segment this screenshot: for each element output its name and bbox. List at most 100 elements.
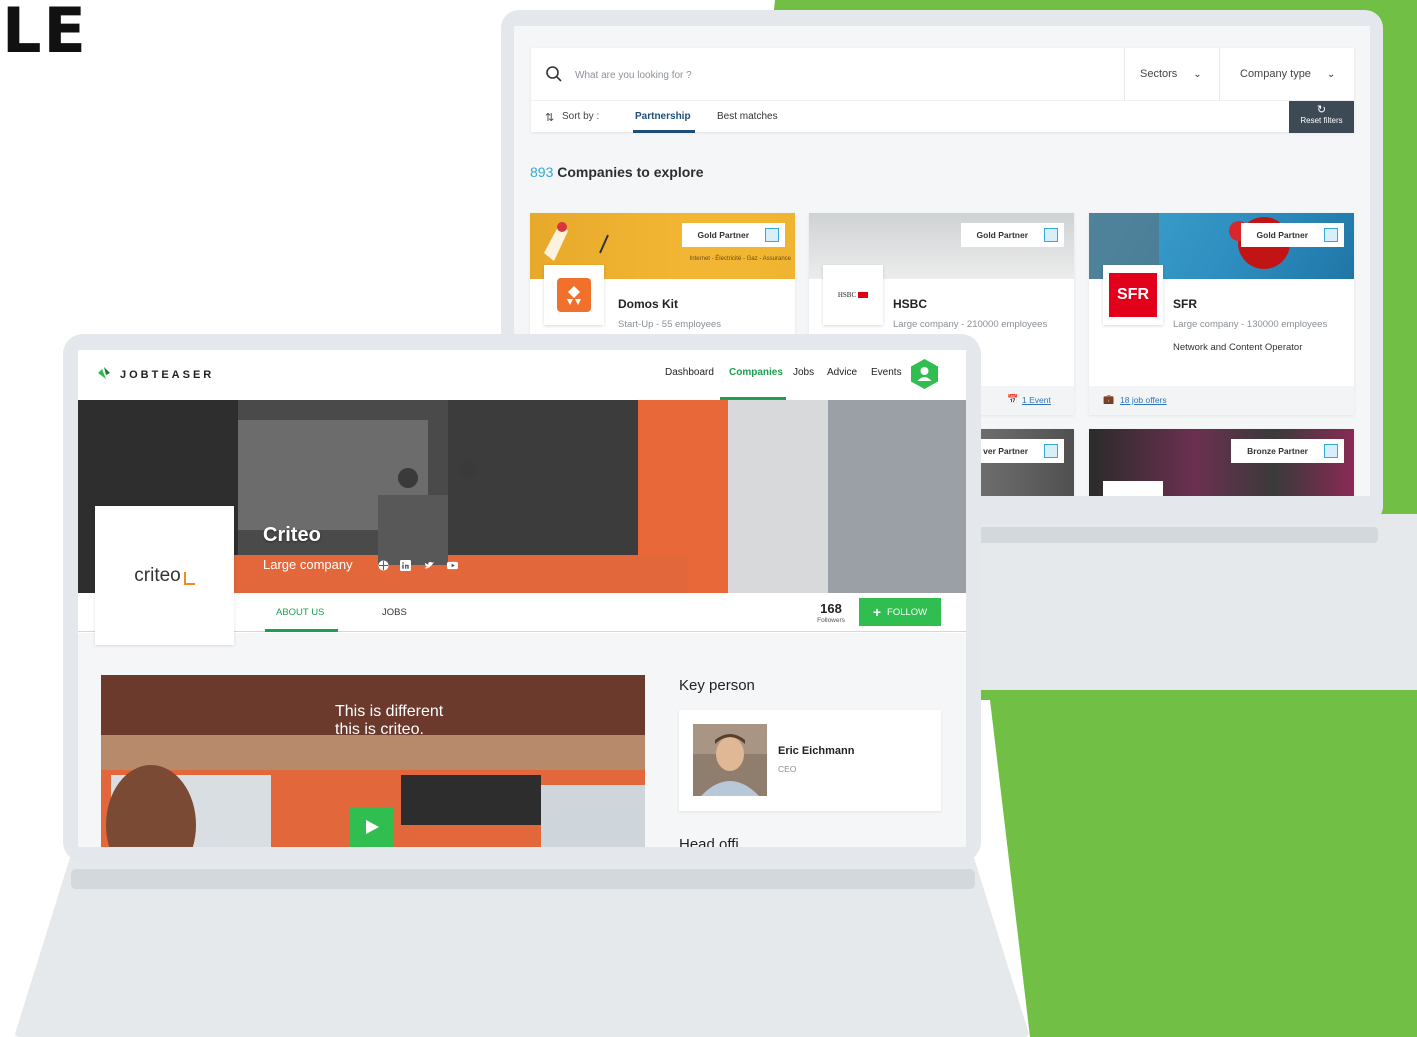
nav-events[interactable]: Events: [871, 367, 902, 378]
user-avatar-icon[interactable]: [911, 359, 938, 389]
sort-option-best-matches[interactable]: Best matches: [717, 111, 778, 122]
play-icon: [366, 820, 379, 834]
company-name-title: Criteo: [263, 524, 321, 546]
company-type-filter-label: Company type: [1240, 68, 1311, 80]
companies-count-label: Companies to explore: [557, 164, 704, 180]
companies-count: 893 Companies to explore: [530, 164, 704, 180]
company-logo: SFR: [1103, 265, 1163, 325]
youtube-icon[interactable]: [447, 560, 458, 571]
follow-button[interactable]: + FOLLOW: [859, 598, 941, 626]
criteo-logo-mark: [183, 571, 195, 585]
company-type-filter[interactable]: Company type ⌄: [1219, 48, 1354, 100]
linkedin-icon[interactable]: [400, 560, 411, 571]
play-button[interactable]: [350, 807, 394, 847]
video-caption-line1: This is different: [335, 703, 444, 720]
company-description: Network and Content Operator: [1173, 342, 1303, 353]
card-footer: 💼 18 job offers: [1089, 386, 1354, 415]
active-sort-indicator: [633, 130, 695, 133]
search-input[interactable]: [573, 63, 1113, 87]
company-name: Domos Kit: [618, 297, 678, 311]
company-meta: Large company - 130000 employees: [1173, 319, 1328, 330]
followers-count: 168: [820, 601, 842, 616]
key-person-card[interactable]: Eric Eichmann CEO: [679, 710, 941, 811]
sectors-filter[interactable]: Sectors ⌄: [1124, 48, 1219, 100]
search-panel: Sectors ⌄ Company type ⌄ ⇅ Sort by : Par…: [531, 48, 1354, 133]
nav-companies[interactable]: Companies: [729, 367, 783, 378]
criteo-logo-text: criteo: [134, 564, 181, 586]
calendar-icon: 📅: [1007, 394, 1019, 404]
nav-dashboard[interactable]: Dashboard: [665, 367, 714, 378]
partner-badge-label: Bronze Partner: [1247, 446, 1308, 456]
about-section: This is different this is criteo. Key pe…: [78, 633, 966, 847]
company-logo: [544, 265, 604, 325]
company-meta: Large company - 210000 employees: [893, 319, 1048, 330]
nav-advice[interactable]: Advice: [827, 367, 857, 378]
person-photo: [693, 724, 767, 796]
hsbc-logo-text: HSBC: [837, 291, 857, 299]
company-video[interactable]: This is different this is criteo.: [101, 675, 645, 847]
sfr-logo-text: SFR: [1109, 273, 1157, 317]
company-card-partial[interactable]: Bronze Partner: [1089, 429, 1354, 496]
school-icon: [1044, 228, 1058, 242]
sort-icon: ⇅: [545, 112, 555, 124]
company-banner: Bronze Partner: [1089, 429, 1354, 496]
sectors-filter-label: Sectors: [1140, 68, 1178, 80]
followers-label: Followers: [817, 617, 845, 624]
heading-fragment: LE: [2, 0, 88, 67]
company-meta: Start-Up - 55 employees: [618, 319, 721, 330]
school-icon: [1044, 444, 1058, 458]
jobteaser-logo-icon: [98, 367, 110, 379]
company-type: Large company: [263, 557, 353, 572]
domos-kit-logo-icon: [557, 278, 591, 312]
partner-badge-label: Gold Partner: [697, 230, 749, 240]
tab-jobs[interactable]: JOBS: [382, 607, 407, 618]
back-laptop-keyboard-edge: [960, 527, 1378, 543]
school-icon: [765, 228, 779, 242]
company-card-sfr[interactable]: Gold Partner SFR SFR Large company - 130…: [1089, 213, 1354, 415]
video-caption-line2: this is criteo.: [335, 721, 424, 738]
person-portrait: [693, 724, 767, 796]
refresh-icon: ↻: [1316, 104, 1327, 116]
person-name: Eric Eichmann: [778, 745, 855, 757]
company-name: SFR: [1173, 297, 1197, 311]
job-offers-link[interactable]: 18 job offers: [1120, 395, 1167, 405]
company-logo: [1103, 481, 1163, 496]
person-role: CEO: [778, 764, 797, 774]
company-logo: criteo: [95, 506, 234, 645]
chevron-down-icon: ⌄: [1326, 68, 1336, 80]
companies-count-number: 893: [530, 164, 554, 180]
top-navigation: JOBTEASER Dashboard Companies Jobs Advic…: [78, 350, 966, 400]
globe-icon[interactable]: [378, 560, 389, 571]
nav-jobs[interactable]: Jobs: [793, 367, 814, 378]
sort-label: Sort by :: [562, 111, 600, 122]
partner-badge-label: ver Partner: [983, 446, 1028, 456]
brand-logo[interactable]: JOBTEASER: [96, 364, 214, 386]
chevron-down-icon: ⌄: [1193, 68, 1202, 80]
reset-filters-label: Reset filters: [1300, 116, 1343, 125]
company-name: HSBC: [893, 297, 928, 311]
sort-option-partnership[interactable]: Partnership: [635, 111, 691, 122]
briefcase-icon: 💼: [1103, 394, 1115, 404]
partner-badge: ver Partner: [967, 439, 1064, 463]
reset-filters-button[interactable]: ↻ Reset filters: [1289, 101, 1354, 133]
company-logo: HSBC: [823, 265, 883, 325]
follow-button-label: FOLLOW: [887, 606, 928, 618]
brand-name: JOBTEASER: [120, 369, 215, 381]
twitter-icon[interactable]: [424, 560, 435, 571]
active-tab-indicator: [265, 629, 338, 632]
sort-bar: ⇅ Sort by : Partnership Best matches ↻ R…: [531, 100, 1354, 133]
search-icon: [546, 66, 562, 82]
partner-badge-label: Gold Partner: [976, 230, 1028, 240]
front-laptop-keyboard-edge: [71, 869, 975, 889]
head-office-heading: Head offi: [679, 836, 739, 847]
plus-icon: +: [872, 604, 882, 620]
events-link[interactable]: 1 Event: [1022, 395, 1051, 405]
key-person-heading: Key person: [679, 677, 755, 694]
tab-about-us[interactable]: ABOUT US: [276, 607, 324, 618]
partner-badge: Gold Partner: [681, 223, 785, 247]
partner-badge: Bronze Partner: [1231, 439, 1344, 463]
video-caption: This is different this is criteo.: [335, 703, 443, 739]
banner-caption: Internet - Électricité - Gaz - Assurance: [689, 256, 791, 262]
school-icon: [1324, 228, 1338, 242]
school-icon: [1324, 444, 1338, 458]
